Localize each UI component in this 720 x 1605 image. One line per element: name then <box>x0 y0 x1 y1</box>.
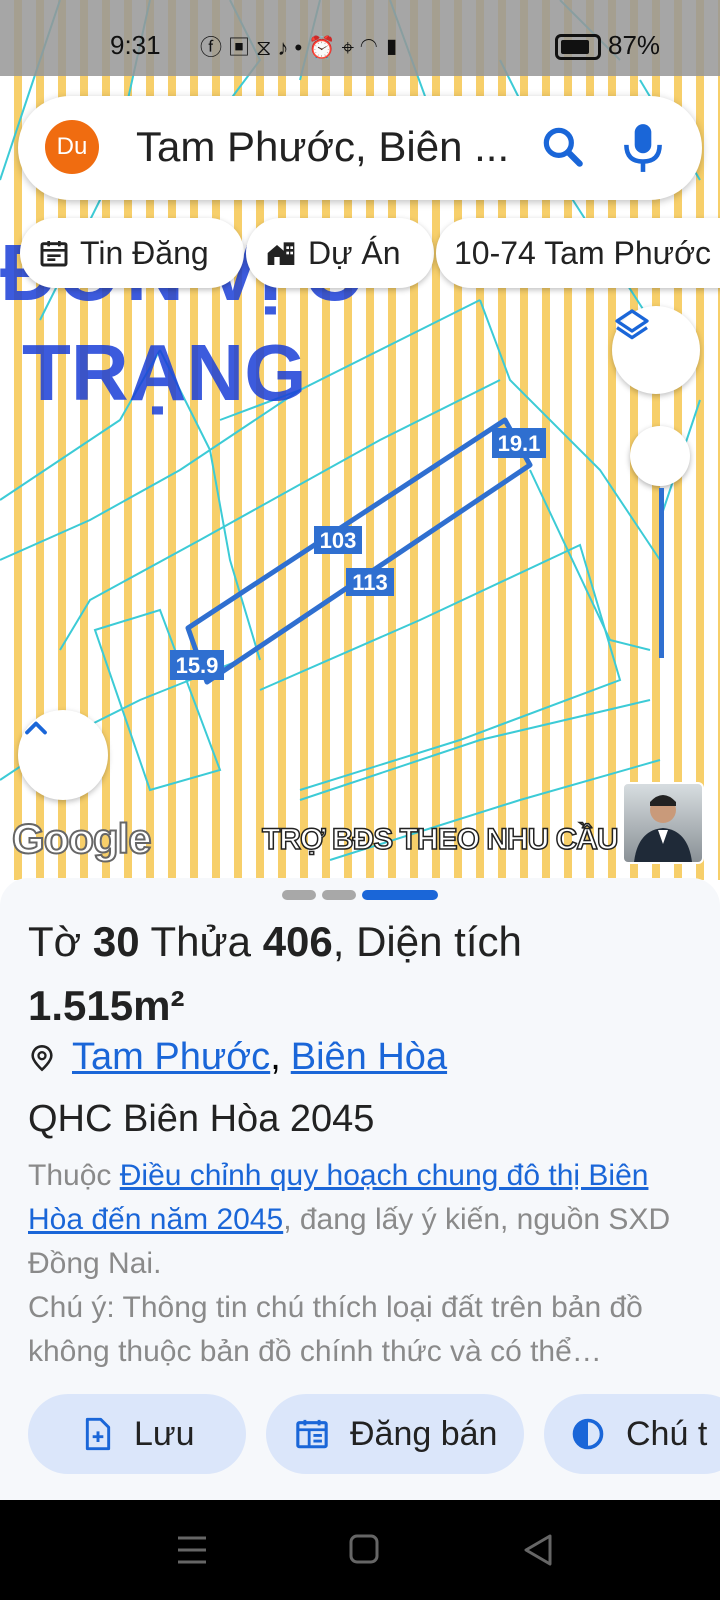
search-query[interactable]: Tam Phước, Biên ... <box>136 123 509 171</box>
building-icon <box>267 242 295 265</box>
parcel-number: 406 <box>262 918 333 965</box>
listing-icon <box>296 1419 328 1449</box>
chip-tin-dang[interactable]: Tin Đăng <box>20 218 244 288</box>
expand-up-button[interactable] <box>18 710 108 800</box>
edge-label-113: 113 <box>352 570 388 595</box>
user-avatar[interactable]: Du <box>45 120 99 174</box>
plan-description: Thuộc Điều chỉnh quy hoạch chung đô thị … <box>28 1154 688 1286</box>
nav-buttons <box>178 1534 552 1566</box>
edge-label-15-9: 15.9 <box>176 653 219 678</box>
facebook-icon: ⓕ <box>200 35 229 60</box>
search-bar[interactable]: Du Tam Phước, Biên ... <box>18 96 702 200</box>
ward-link[interactable]: Tam Phước <box>72 1036 270 1079</box>
sheet-handle-segment[interactable] <box>322 890 356 900</box>
layers-icon <box>615 309 649 340</box>
legend-button[interactable]: Chú t <box>544 1394 720 1474</box>
parcel-info-sheet[interactable]: Tờ 30 Thửa 406, Diện tích 1.515m² Tam Ph… <box>0 878 720 1500</box>
title-mid: Thửa <box>150 918 252 965</box>
system-navigation-bar <box>0 1500 720 1600</box>
capcut-icon: ⧖ <box>256 35 278 60</box>
edge-label-19-1: 19.1 <box>498 431 541 456</box>
search-icon[interactable] <box>538 122 588 172</box>
calendar-icon <box>40 241 68 267</box>
location-row: Tam Phước, Biên Hòa <box>28 1036 447 1079</box>
back-icon[interactable] <box>524 1534 552 1566</box>
title-suffix: , Diện tích <box>332 918 522 965</box>
wifi-icon: ◠ <box>359 35 384 60</box>
parcel-area: 1.515m² <box>28 982 185 1029</box>
status-bar: 9:31 ⓕ▣⧖♪•⏰⌖◠▮ 87% <box>0 0 720 76</box>
chevron-up-icon <box>25 721 47 735</box>
parcel-title: Tờ 30 Thửa 406, Diện tích 1.515m² <box>28 910 688 1038</box>
map-zone-label-2: TRẠNG <box>22 328 306 417</box>
chip-label: 10-74 Tam Phước <box>454 234 712 271</box>
recents-icon[interactable] <box>178 1536 206 1564</box>
chip-du-an[interactable]: Dự Án <box>246 218 434 288</box>
plan-title: QHC Biên Hòa 2045 <box>28 1098 375 1140</box>
news-app-icon: ▣ <box>228 35 257 60</box>
dot-icon: • <box>294 35 309 60</box>
status-time: 9:31 <box>110 30 161 60</box>
edge-label-103: 103 <box>320 528 357 553</box>
sheet-handle-active[interactable] <box>362 890 438 900</box>
person-avatar-image <box>634 795 692 862</box>
google-logo: Google <box>11 814 153 863</box>
desc-prefix: Thuộc <box>28 1159 112 1192</box>
post-for-sale-label: Đăng bán <box>350 1414 498 1453</box>
disclaimer-note: Chú ý: Thông tin chú thích loại đất trên… <box>28 1291 643 1368</box>
location-icon: ⌖ <box>341 35 360 60</box>
home-icon[interactable] <box>349 1534 379 1564</box>
chip-label: Tin Đăng <box>80 234 209 271</box>
add-file-icon <box>85 1417 111 1451</box>
save-button[interactable]: Lưu <box>28 1394 246 1474</box>
title-prefix: Tờ <box>28 918 82 965</box>
city-link[interactable]: Biên Hòa <box>291 1036 447 1079</box>
battery-icon <box>555 34 601 60</box>
location-pin-icon <box>31 1044 53 1071</box>
video-overlay-caption: TRỢ BĐS THEO NHU CẦU <box>261 822 619 857</box>
zoom-slider-handle[interactable] <box>630 426 690 486</box>
chip-address[interactable]: 10-74 Tam Phước <box>436 218 720 288</box>
alarm-icon: ⏰ <box>308 35 342 60</box>
legend-icon <box>572 1418 604 1450</box>
chip-label: Dự Án <box>308 234 401 271</box>
notification-icons: ⓕ▣⧖♪•⏰⌖◠▮ <box>200 30 406 62</box>
battery-percent: 87% <box>608 30 661 60</box>
sheet-handle-segment[interactable] <box>282 890 316 900</box>
layers-button[interactable] <box>612 306 700 394</box>
tiktok-icon: ♪ <box>277 35 295 60</box>
signal-icon: ▮ <box>383 35 407 60</box>
sheet-number: 30 <box>92 918 140 965</box>
location-separator: , <box>270 1036 281 1078</box>
save-label: Lưu <box>134 1414 195 1453</box>
agent-thumbnail[interactable] <box>622 782 704 864</box>
zoom-slider-track[interactable] <box>659 488 664 658</box>
post-for-sale-button[interactable]: Đăng bán <box>266 1394 524 1474</box>
legend-label: Chú t <box>626 1414 708 1453</box>
mic-icon[interactable] <box>618 120 668 174</box>
